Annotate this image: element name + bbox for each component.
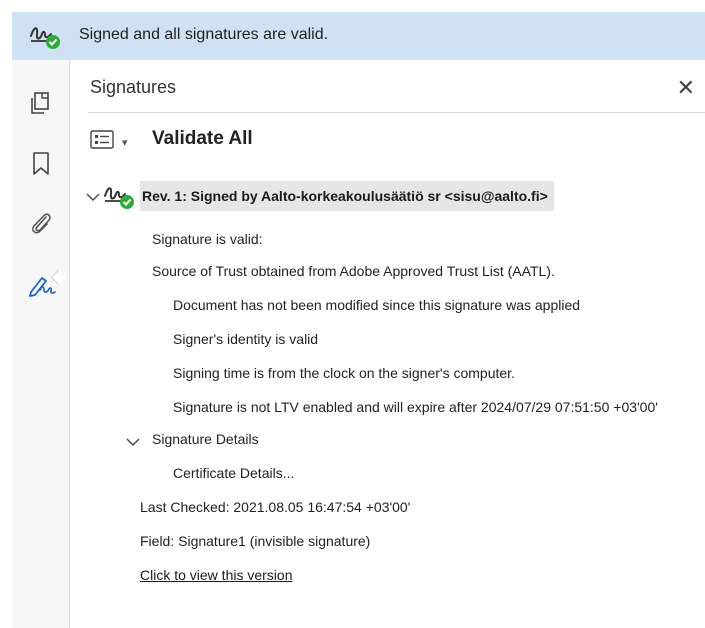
signature-status-banner: Signed and all signatures are valid.	[12, 12, 705, 60]
certificate-details-link[interactable]: Certificate Details...	[173, 464, 294, 482]
signature-field-text: Field: Signature1 (invisible signature)	[140, 533, 371, 549]
chevron-down-icon[interactable]: ▾	[122, 136, 128, 149]
validate-all-button[interactable]: Validate All	[152, 128, 253, 150]
banner-message: Signed and all signatures are valid.	[79, 26, 329, 43]
revision-row[interactable]: Rev. 1: Signed by Aalto-korkeakoulusääti…	[84, 180, 704, 212]
navigation-rail	[12, 60, 70, 628]
signature-status-line: Signature is valid:	[152, 231, 263, 247]
trust-source-line: Source of Trust obtained from Adobe Appr…	[152, 263, 555, 279]
view-version-link[interactable]: Click to view this version	[140, 566, 293, 584]
panel-title: Signatures	[90, 77, 177, 97]
pages-icon[interactable]	[28, 90, 54, 116]
last-checked-text: Last Checked: 2021.08.05 16:47:54 +03'00…	[140, 499, 411, 515]
ltv-status-line: Signature is not LTV enabled and will ex…	[173, 399, 658, 415]
chevron-down-icon[interactable]	[86, 189, 100, 207]
bookmark-icon[interactable]	[28, 150, 54, 176]
options-menu-icon[interactable]	[90, 130, 116, 155]
signing-time-line: Signing time is from the clock on the si…	[173, 365, 515, 381]
signature-details-toggle[interactable]: Signature Details	[152, 430, 259, 448]
signature-valid-icon	[28, 22, 62, 55]
signer-identity-line: Signer's identity is valid	[173, 331, 319, 347]
signature-panel-icon[interactable]	[28, 272, 56, 298]
document-integrity-line: Document has not been modified since thi…	[173, 297, 581, 313]
signatures-panel: Signatures ✕ ▾ Validate All Rev. 1: Sign…	[70, 60, 705, 628]
close-button[interactable]: ✕	[677, 75, 695, 101]
signature-valid-icon	[102, 182, 136, 215]
attachment-icon[interactable]	[28, 210, 54, 236]
panel-divider	[88, 112, 705, 113]
chevron-down-icon[interactable]	[126, 434, 140, 452]
revision-label[interactable]: Rev. 1: Signed by Aalto-korkeakoulusääti…	[140, 181, 554, 211]
